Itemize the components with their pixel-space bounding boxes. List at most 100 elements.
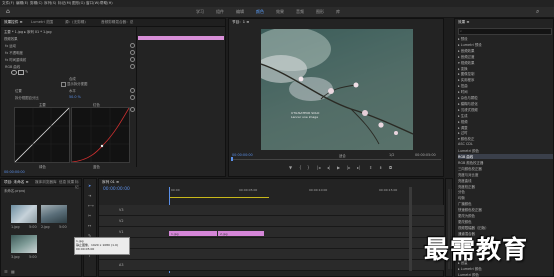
menu-help[interactable]: 帮助(H)	[100, 1, 113, 6]
resolution-dropdown[interactable]: 1/2	[389, 153, 394, 157]
effects-search-input[interactable]: ⌕	[458, 28, 552, 35]
workspace-library[interactable]: 库	[336, 9, 340, 15]
fx-opacity[interactable]: fx 不透明度	[5, 50, 23, 55]
effects-tree-item[interactable]: ▸ 图像控制	[458, 71, 474, 76]
track-a2[interactable]: A2	[99, 249, 444, 260]
effects-tree-item[interactable]: 亮度与对比度	[458, 172, 478, 177]
fit-dropdown[interactable]: 适合	[339, 153, 346, 158]
clip-thumbnail[interactable]	[41, 205, 67, 223]
tab-markers[interactable]: 标记	[75, 180, 81, 190]
tab-effects[interactable]: 效果	[67, 180, 74, 185]
tab-project[interactable]: 项目: 未命名 ≡	[4, 180, 28, 185]
clip-thumbnail[interactable]	[11, 205, 37, 223]
tab-info[interactable]: 信息	[59, 180, 66, 185]
track-a3[interactable]: A3	[99, 260, 444, 271]
stopwatch-icon[interactable]	[130, 88, 135, 93]
go-to-in-icon[interactable]: |◂	[317, 165, 320, 170]
effects-tree-item[interactable]: 广播颜色	[458, 201, 472, 206]
effect-controls-timecode[interactable]: 00:00:00:00	[4, 170, 25, 174]
effects-tree-item[interactable]: ▸ 实用程序	[458, 77, 474, 82]
marker-icon[interactable]: ▼	[289, 165, 292, 170]
icon-view-icon[interactable]: ▦	[11, 269, 15, 274]
track-a1[interactable]: A1	[99, 238, 444, 249]
work-area-bar[interactable]	[169, 197, 269, 198]
effects-tree-item[interactable]: ▸ 音频效果	[458, 48, 474, 53]
lift-icon[interactable]: ⇞	[369, 165, 372, 170]
effects-tree-item[interactable]: ▸ 视频	[458, 119, 468, 124]
menu-file[interactable]: 文件(F)	[2, 1, 14, 6]
master-curve-graph[interactable]	[14, 107, 70, 163]
effects-tree-item[interactable]: ▾ 颜色校正	[458, 136, 474, 141]
fx-rgb-curves[interactable]: RGB 曲线	[5, 64, 20, 69]
timeline-timecode[interactable]: 00:00:00:00	[103, 187, 130, 192]
timeline-scrollbar[interactable]	[409, 187, 412, 271]
playhead-marker[interactable]	[231, 157, 233, 161]
menu-marker[interactable]: 标记(M)	[58, 1, 71, 6]
workspace-assembly[interactable]: 组件	[216, 9, 224, 15]
effects-tree-item[interactable]: RGB 曲线	[458, 154, 553, 159]
effects-tree-item[interactable]: ▸ Lumetri 预设	[458, 42, 482, 47]
effects-tree-item[interactable]: ▸ 扭曲	[458, 83, 468, 88]
effects-tree-item[interactable]: RGB 颜色校正器	[458, 160, 483, 165]
effects-tree-item[interactable]: ▸ 时间	[458, 89, 468, 94]
step-back-icon[interactable]: ◂|	[327, 165, 330, 170]
program-timecode[interactable]: 00:00:00:00	[232, 153, 253, 157]
effects-tree-item[interactable]: ▸ 生成	[458, 113, 468, 118]
effects-tree-item[interactable]: ▸ 预设	[458, 36, 468, 41]
fx-time-remap[interactable]: fx 时间重映射	[5, 57, 26, 62]
effects-panel-title[interactable]: 效果 ≡	[458, 20, 469, 25]
stopwatch-icon[interactable]	[130, 64, 135, 69]
ripple-edit-icon[interactable]: ⟷	[88, 203, 94, 208]
track-v3[interactable]: V3	[99, 205, 444, 216]
position-value[interactable]: 水平	[69, 88, 76, 93]
tab-media-browser[interactable]: 媒体浏览器	[35, 180, 53, 185]
track-v1[interactable]: V1	[99, 227, 444, 238]
split-percent-value[interactable]: 50.0 %	[69, 95, 81, 99]
menu-sequence[interactable]: 序列(S)	[44, 1, 56, 6]
timeline-clip[interactable]: 1.jpg	[169, 231, 217, 236]
in-point-icon[interactable]: {	[299, 165, 302, 170]
home-icon[interactable]: ⌂	[6, 8, 10, 15]
effects-tree-item[interactable]: ▸ 变换	[458, 66, 468, 71]
list-view-icon[interactable]: ☰	[4, 269, 8, 274]
mask-ellipse-icon[interactable]	[11, 70, 17, 75]
slip-tool-icon[interactable]: ↔	[88, 223, 91, 228]
menu-edit[interactable]: 编辑(E)	[16, 1, 28, 6]
effects-tree-item[interactable]: ▸ 模糊与锐化	[458, 101, 478, 106]
tab-library[interactable]: 库	[53, 180, 57, 185]
search-icon[interactable]: ⌕	[536, 8, 539, 16]
mask-rect-icon[interactable]	[18, 70, 24, 75]
export-frame-icon[interactable]: ◘	[389, 165, 392, 170]
effects-tree-item[interactable]: 亮度校正器	[458, 184, 475, 189]
effects-tree-item[interactable]: 亮度曲线	[458, 178, 472, 183]
timeline-tab[interactable]: 序列 01 ≡	[102, 180, 119, 185]
stopwatch-icon[interactable]	[130, 57, 135, 62]
out-point-icon[interactable]: }	[307, 165, 310, 170]
stopwatch-icon[interactable]	[130, 107, 135, 112]
stopwatch-icon[interactable]	[130, 50, 135, 55]
red-curve-graph[interactable]	[71, 107, 130, 163]
effects-tree-item[interactable]: ▸ 过时	[458, 130, 468, 135]
workspace-color[interactable]: 颜色	[256, 9, 264, 15]
tab-audio-mixer[interactable]: 音频剪辑混合器：总	[101, 20, 133, 25]
workspace-edit[interactable]: 编辑	[236, 9, 244, 15]
effects-tree-item[interactable]: ▸ 杂色与颗粒	[458, 95, 478, 100]
effects-tree-item[interactable]: ▾ 视频效果	[458, 60, 474, 65]
tab-lumetri-scopes[interactable]: Lumetri 范围	[31, 20, 53, 25]
workspace-audio[interactable]: 音频	[296, 9, 304, 15]
workspace-learn[interactable]: 学习	[196, 9, 204, 15]
stopwatch-icon[interactable]	[130, 43, 135, 48]
effects-tree-item[interactable]: 快速颜色校正器	[458, 207, 482, 212]
stopwatch-icon[interactable]	[130, 95, 135, 100]
effects-tree-item[interactable]: Lumetri 颜色	[458, 148, 479, 153]
effects-tree-item[interactable]: ▸ 音频过渡	[458, 54, 474, 59]
extract-icon[interactable]: ⇟	[379, 165, 382, 170]
effects-tree-item[interactable]: 均衡	[458, 195, 465, 200]
effects-tree-item[interactable]: Lumetri 颜色	[458, 272, 479, 277]
play-icon[interactable]: ▶	[337, 165, 340, 170]
workspace-effects[interactable]: 效果	[276, 9, 284, 15]
effects-tree-item[interactable]: ASC CDL	[458, 142, 473, 146]
razor-tool-icon[interactable]: ✂	[88, 213, 91, 218]
menu-window[interactable]: 窗口(W)	[86, 1, 100, 6]
workspace-graphics[interactable]: 图形	[316, 9, 324, 15]
